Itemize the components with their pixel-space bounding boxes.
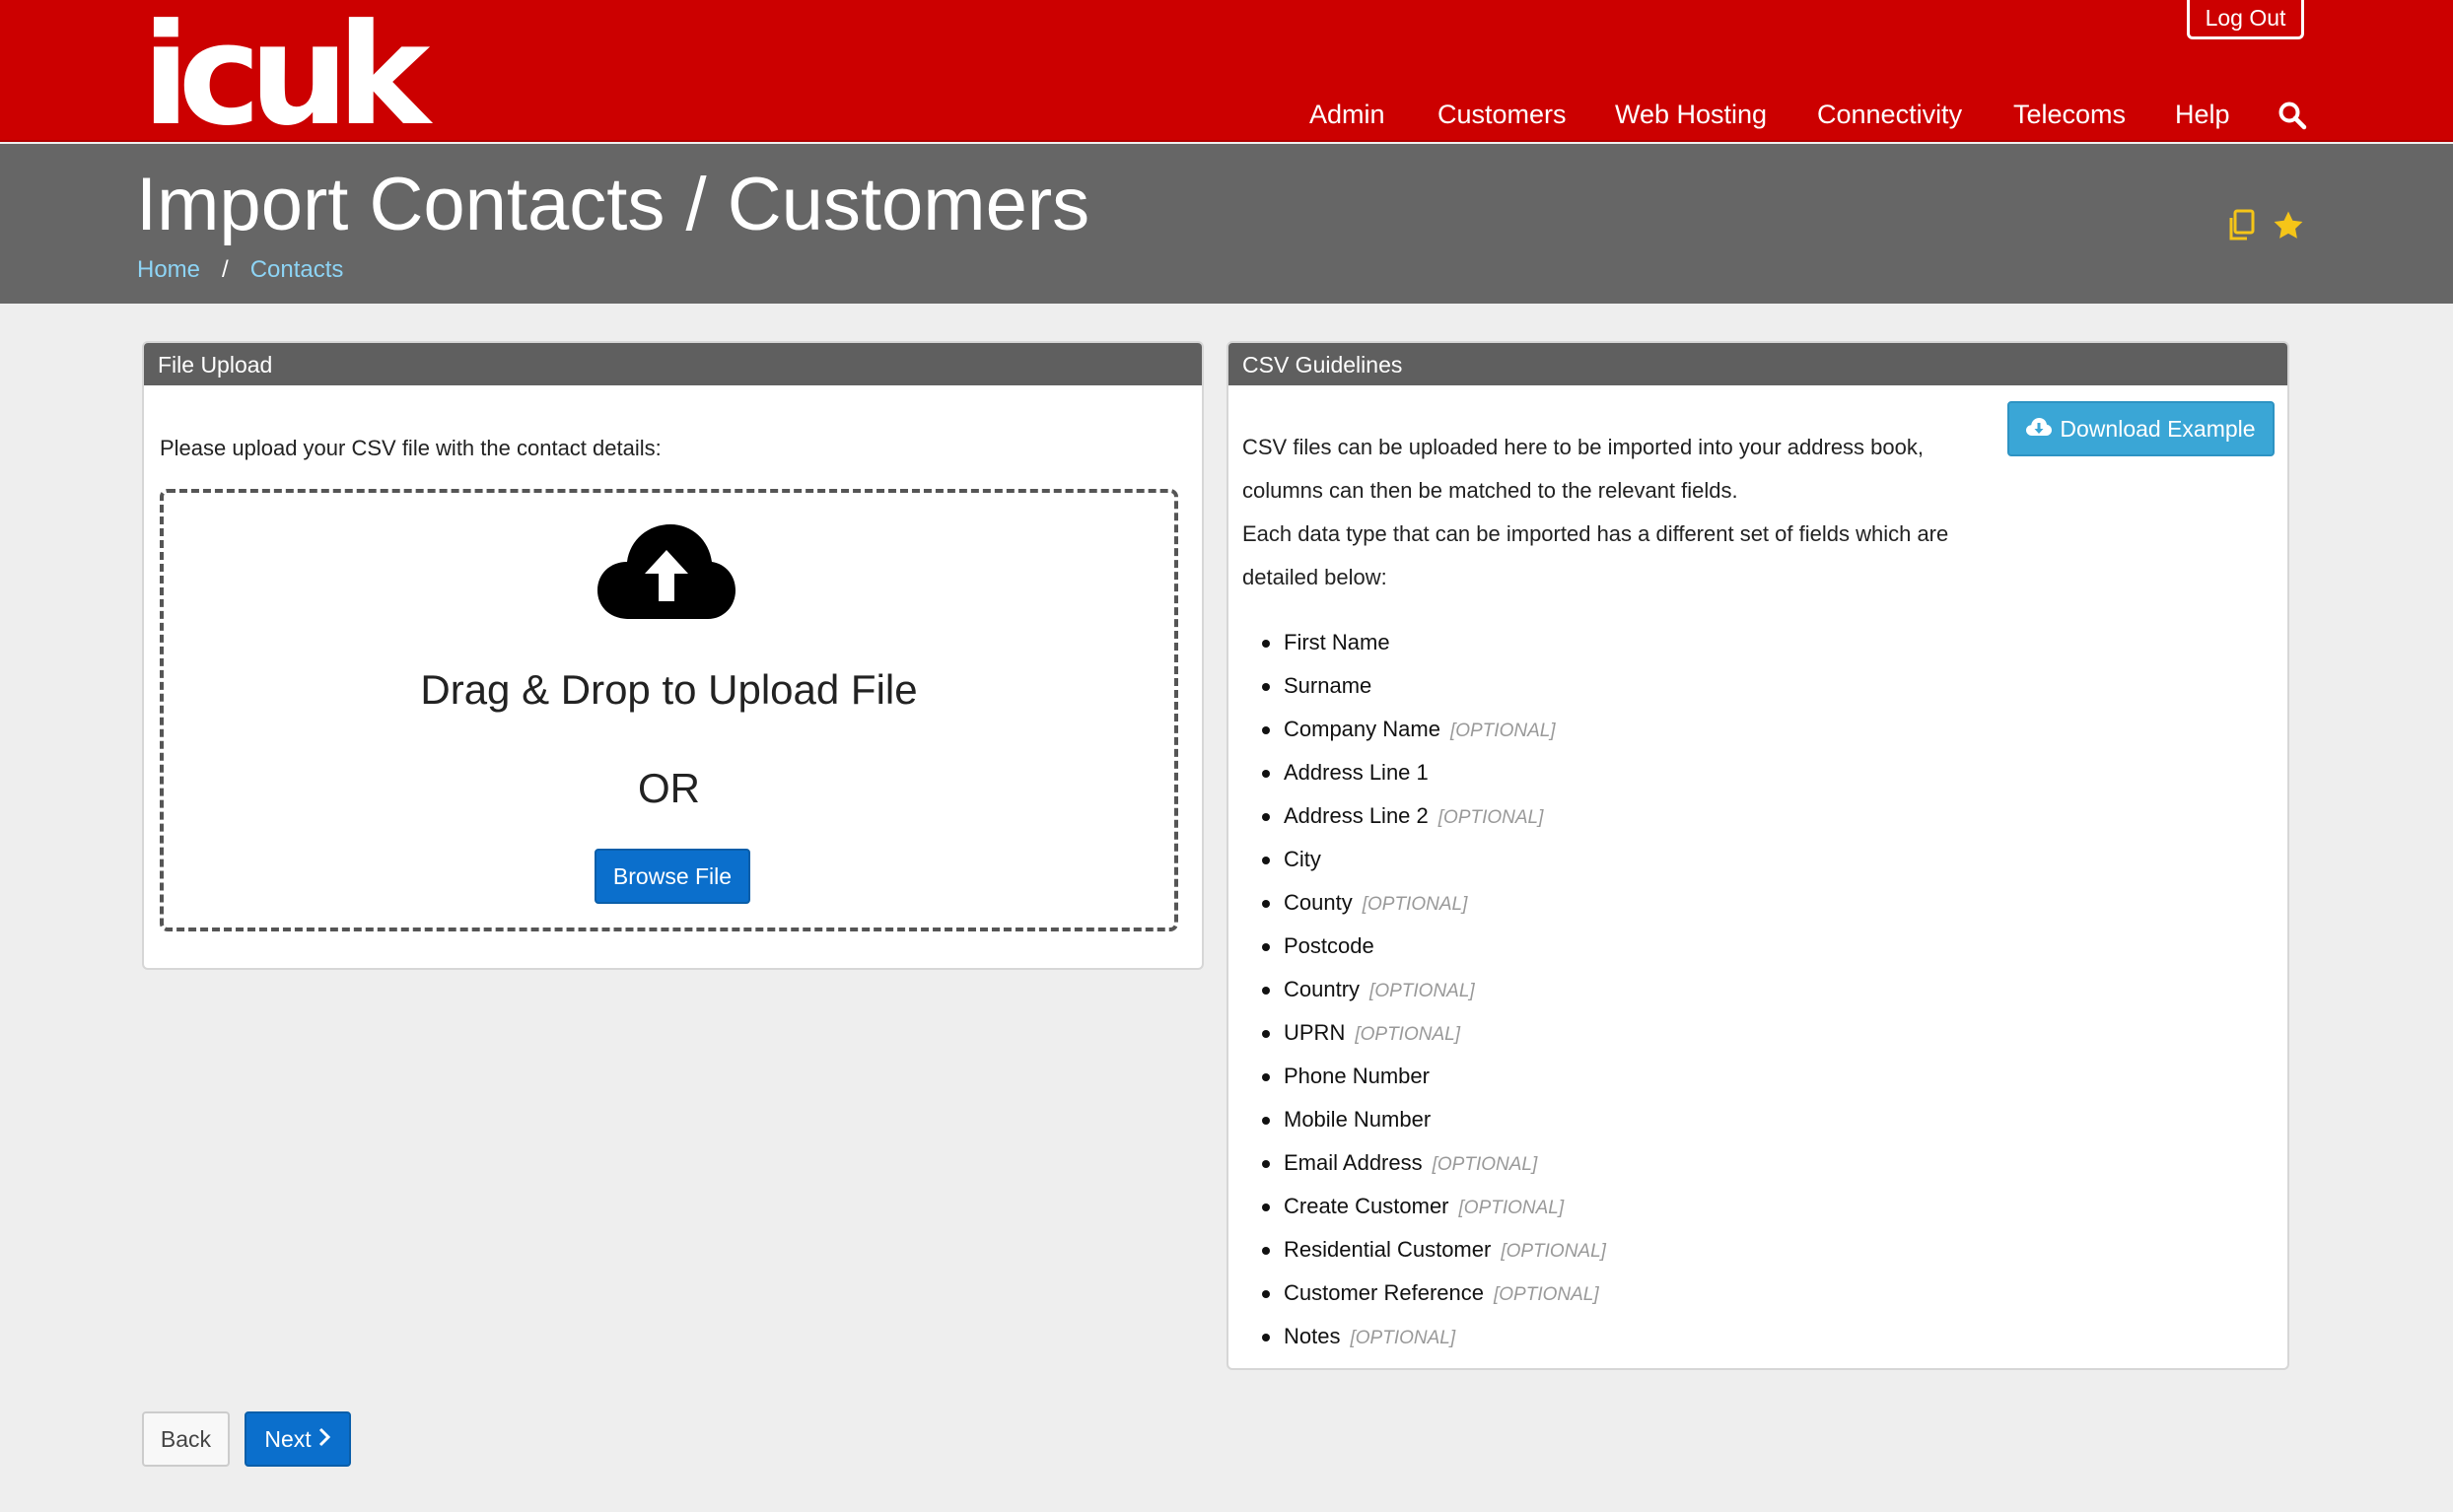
next-label: Next [264, 1425, 312, 1452]
optional-tag: [OPTIONAL] [1432, 1154, 1538, 1175]
csv-description-line: detailed below: [1242, 565, 1387, 589]
field-list-item: Customer Reference [OPTIONAL] [1262, 1271, 1606, 1315]
optional-tag: [OPTIONAL] [1493, 1284, 1599, 1305]
optional-tag: [OPTIONAL] [1437, 807, 1544, 828]
csv-description-line: Each data type that can be imported has … [1242, 521, 1949, 546]
csv-description-line: columns can then be matched to the relev… [1242, 478, 1738, 503]
logout-button[interactable]: Log Out [2187, 0, 2304, 39]
field-name: Phone Number [1284, 1064, 1430, 1088]
field-list-item: Address Line 1 [1262, 751, 1606, 794]
search-icon[interactable] [2278, 101, 2307, 130]
nav-item-help[interactable]: Help [2175, 95, 2230, 134]
breadcrumb-home[interactable]: Home [137, 256, 200, 283]
back-button[interactable]: Back [142, 1411, 230, 1467]
browse-file-button[interactable]: Browse File [595, 849, 750, 904]
nav-item-telecoms[interactable]: Telecoms [2013, 95, 2126, 134]
panel-heading: File Upload [144, 343, 1202, 385]
optional-tag: [OPTIONAL] [1362, 894, 1468, 915]
optional-tag: [OPTIONAL] [1458, 1198, 1565, 1218]
field-name: Customer Reference [1284, 1280, 1484, 1305]
field-list-item: Postcode [1262, 925, 1606, 968]
csv-guidelines-panel: CSV Guidelines CSV files can be uploaded… [1226, 341, 2289, 1370]
field-list-item: Notes [OPTIONAL] [1262, 1315, 1606, 1358]
field-name: Country [1284, 977, 1361, 1001]
field-list-item: County [OPTIONAL] [1262, 881, 1606, 925]
field-name: First Name [1284, 630, 1390, 654]
field-name: Postcode [1284, 933, 1374, 958]
field-name: City [1284, 847, 1321, 871]
download-example-button[interactable]: Download Example [2007, 401, 2275, 456]
cloud-upload-icon [597, 522, 736, 626]
field-list-item: Phone Number [1262, 1055, 1606, 1098]
upload-instructions: Please upload your CSV file with the con… [160, 436, 662, 460]
breadcrumb: Home / Contacts [137, 256, 343, 284]
optional-tag: [OPTIONAL] [1369, 981, 1475, 1001]
field-list-item: Country [OPTIONAL] [1262, 968, 1606, 1011]
cloud-download-icon [2026, 416, 2053, 443]
file-upload-panel: File Upload Please upload your CSV file … [142, 341, 1204, 970]
field-list-item: City [1262, 838, 1606, 881]
field-name: Surname [1284, 673, 1372, 698]
field-list-item: UPRN [OPTIONAL] [1262, 1011, 1606, 1055]
csv-description-line: CSV files can be uploaded here to be imp… [1242, 435, 1924, 459]
top-header: icuk Log Out Admin Customers Web Hosting… [0, 0, 2453, 146]
download-example-label: Download Example [2060, 415, 2256, 442]
field-list-item: Mobile Number [1262, 1098, 1606, 1141]
field-name: Email Address [1284, 1150, 1423, 1175]
chevron-right-icon [317, 1426, 331, 1453]
field-name: Mobile Number [1284, 1107, 1432, 1132]
field-list-item: Company Name [OPTIONAL] [1262, 708, 1606, 751]
field-list-item: Surname [1262, 664, 1606, 708]
breadcrumb-contacts[interactable]: Contacts [250, 256, 344, 283]
field-name: Address Line 1 [1284, 760, 1429, 785]
field-list: First Name Surname Company Name [OPTIONAL] A… [1262, 621, 1606, 1358]
nav-item-admin[interactable]: Admin [1309, 95, 1385, 134]
title-actions [2226, 209, 2305, 247]
field-name: Address Line 2 [1284, 803, 1429, 828]
panel-heading: CSV Guidelines [1228, 343, 2287, 385]
star-icon[interactable] [2272, 209, 2305, 247]
optional-tag: [OPTIONAL] [1501, 1241, 1606, 1262]
field-list-item: Email Address [OPTIONAL] [1262, 1141, 1606, 1185]
optional-tag: [OPTIONAL] [1449, 721, 1556, 741]
field-name: Notes [1284, 1324, 1341, 1348]
field-list-item: First Name [1262, 621, 1606, 664]
page-title: Import Contacts / Customers [136, 163, 1090, 246]
drop-zone[interactable]: Drag & Drop to Upload File OR Browse Fil… [160, 489, 1178, 931]
csv-description: CSV files can be uploaded here to be imp… [1242, 426, 2031, 599]
field-name: Residential Customer [1284, 1237, 1492, 1262]
copy-icon[interactable] [2226, 209, 2256, 247]
field-list-item: Address Line 2 [OPTIONAL] [1262, 794, 1606, 838]
field-name: UPRN [1284, 1020, 1346, 1045]
field-list-item: Create Customer [OPTIONAL] [1262, 1185, 1606, 1228]
main-nav: Admin Customers Web Hosting Connectivity… [0, 95, 2453, 134]
or-text: OR [638, 765, 700, 811]
optional-tag: [OPTIONAL] [1350, 1328, 1456, 1348]
field-name: Create Customer [1284, 1194, 1449, 1218]
title-bar: Import Contacts / Customers Home / Contact… [0, 144, 2453, 304]
field-name: Company Name [1284, 717, 1440, 741]
nav-item-connectivity[interactable]: Connectivity [1817, 95, 1962, 134]
drag-drop-text: Drag & Drop to Upload File [420, 666, 918, 713]
nav-item-web-hosting[interactable]: Web Hosting [1615, 95, 1767, 134]
next-button[interactable]: Next [245, 1411, 351, 1467]
breadcrumb-separator: / [222, 256, 229, 283]
field-list-item: Residential Customer [OPTIONAL] [1262, 1228, 1606, 1271]
nav-item-customers[interactable]: Customers [1437, 95, 1567, 134]
optional-tag: [OPTIONAL] [1355, 1024, 1460, 1045]
field-name: County [1284, 890, 1353, 915]
